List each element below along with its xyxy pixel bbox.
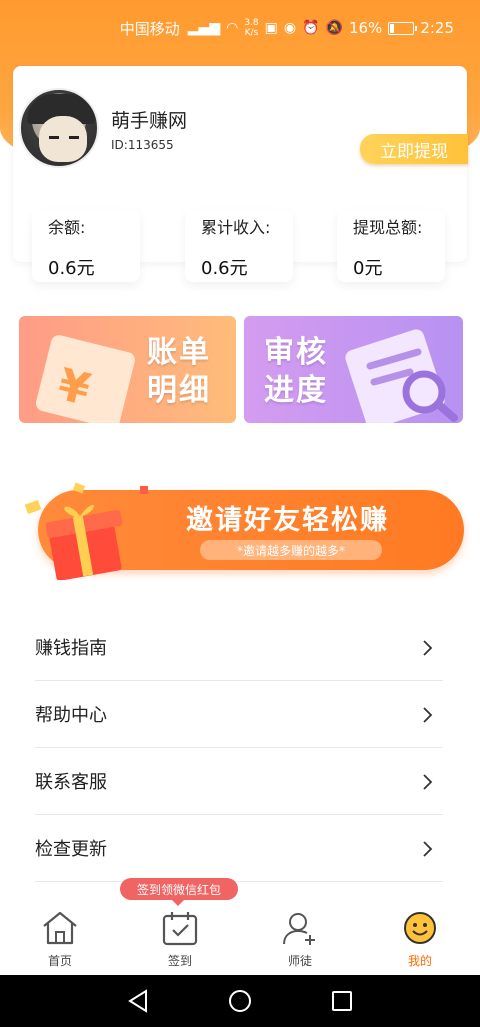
- menu-item-customer-service[interactable]: 联系客服: [35, 748, 443, 815]
- net-speed: 3.8 K/s: [244, 18, 258, 38]
- chevron-right-icon: [423, 774, 433, 790]
- net-speed-value: 3.8: [244, 18, 259, 28]
- menu-item-label: 联系客服: [35, 772, 107, 793]
- bill-title-line1: 账单: [147, 335, 211, 370]
- alarm-icon: ⏰: [302, 20, 320, 36]
- stat-balance: 余额: 0.6元: [32, 210, 140, 282]
- username: 萌手赚网: [111, 110, 188, 132]
- checkin-reward-tooltip: 签到领微信红包: [120, 878, 238, 906]
- net-speed-unit: K/s: [244, 28, 259, 38]
- bill-title-line2: 明细: [147, 373, 211, 408]
- recents-icon[interactable]: [329, 988, 355, 1014]
- tab-checkin[interactable]: 签到: [140, 908, 220, 972]
- menu-item-help-center[interactable]: 帮助中心: [35, 681, 443, 748]
- stat-value: 0.6元: [201, 258, 248, 279]
- stat-label: 累计收入:: [201, 218, 271, 237]
- smiley-icon: [404, 912, 436, 944]
- menu-item-check-update[interactable]: 检查更新: [35, 815, 443, 882]
- carrier-name: 中国移动: [119, 19, 180, 38]
- invite-friends-banner[interactable]: 邀请好友轻松赚 *邀请越多赚的越多*: [18, 462, 466, 582]
- menu-item-label: 赚钱指南: [35, 638, 107, 659]
- system-nav-bar: [0, 975, 480, 1027]
- avatar[interactable]: [19, 88, 99, 168]
- menu-item-label: 检查更新: [35, 839, 107, 860]
- settings-menu: 赚钱指南 帮助中心 联系客服 检查更新: [35, 614, 443, 882]
- user-id: ID:113655: [111, 138, 174, 152]
- app-notification-icon: ▣: [264, 20, 278, 36]
- calendar-check-icon: [162, 912, 198, 946]
- profile-card: 萌手赚网 ID:113655 立即提现 余额: 0.6元 累计收入: 0.6元 …: [13, 66, 468, 282]
- chevron-right-icon: [423, 707, 433, 723]
- bottom-tab-bar: 首页 签到 师徒 我的: [0, 900, 480, 975]
- review-title-line1: 审核: [264, 335, 328, 370]
- review-title-line2: 进度: [264, 373, 328, 408]
- user-add-icon: [283, 913, 315, 945]
- mute-icon: 🔕: [325, 20, 343, 36]
- menu-item-earning-guide[interactable]: 赚钱指南: [35, 614, 443, 681]
- tab-mentor[interactable]: 师徒: [260, 908, 340, 972]
- tab-home[interactable]: 首页: [20, 908, 100, 972]
- stat-value: 0元: [353, 258, 383, 279]
- bill-details-title: 账单 明细: [147, 334, 211, 410]
- home-circle-icon[interactable]: [227, 988, 253, 1014]
- tab-label: 师徒: [287, 954, 312, 968]
- battery-percent: 16%: [348, 19, 383, 37]
- signal-icon: ▂▄▆: [187, 20, 221, 36]
- menu-item-label: 帮助中心: [35, 705, 107, 726]
- wifi-icon: ◠: [226, 20, 239, 36]
- invite-subtitle: *邀请越多赚的越多*: [200, 540, 382, 560]
- tab-mine[interactable]: 我的: [380, 908, 460, 972]
- review-progress-title: 审核 进度: [264, 334, 328, 410]
- receipt-yen-icon: ¥: [35, 335, 135, 423]
- tab-label: 首页: [47, 954, 72, 968]
- chevron-right-icon: [423, 640, 433, 656]
- stat-total-income: 累计收入: 0.6元: [185, 210, 293, 282]
- clock: 2:25: [420, 19, 454, 37]
- withdraw-button[interactable]: 立即提现: [360, 134, 468, 164]
- tab-label: 我的: [407, 954, 432, 968]
- back-icon[interactable]: [126, 988, 152, 1014]
- stat-total-withdrawn: 提现总额: 0元: [337, 210, 445, 282]
- stat-label: 提现总额:: [353, 218, 423, 237]
- home-icon: [43, 911, 77, 945]
- tab-label: 签到: [167, 954, 192, 968]
- bill-details-tile[interactable]: ¥ 账单 明细: [19, 316, 236, 423]
- status-bar: 中国移动 ▂▄▆ ◠ 3.8 K/s ▣ ◉ ⏰ 🔕 16% 2:25: [0, 0, 480, 56]
- eye-icon: ◉: [283, 20, 297, 36]
- gift-box-icon: [24, 482, 148, 580]
- review-progress-tile[interactable]: 审核 进度: [244, 316, 463, 423]
- document-search-icon: [345, 329, 458, 423]
- battery-icon: [388, 21, 418, 35]
- stat-value: 0.6元: [48, 258, 95, 279]
- stat-label: 余额:: [48, 218, 86, 237]
- chevron-right-icon: [423, 841, 433, 857]
- invite-title: 邀请好友轻松赚: [186, 505, 389, 536]
